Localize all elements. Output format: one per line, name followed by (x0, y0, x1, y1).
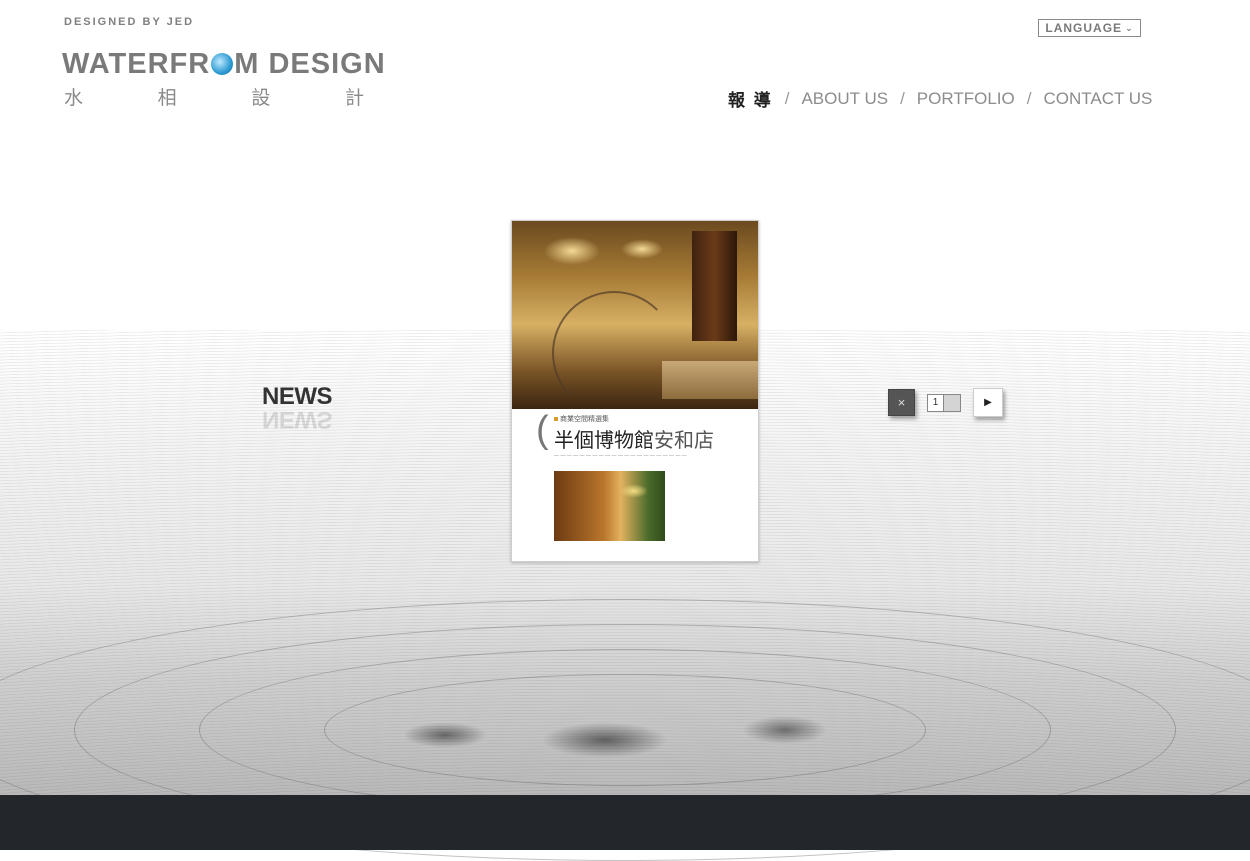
magazine-title: 半個博物館安和店 (554, 424, 714, 453)
nav-separator: / (1026, 88, 1032, 108)
page-number: 1 (932, 396, 939, 408)
language-dropdown[interactable]: LANGUAGE ⌄ (1038, 19, 1141, 37)
play-next-icon: ▶ (984, 397, 992, 408)
designed-by-text: DESIGNED BY JED (64, 16, 195, 28)
logo-zh-char: 水 (64, 88, 84, 109)
logo-chinese: 水 相 設 計 (64, 83, 364, 110)
nav-item-about-us[interactable]: ABOUT US (799, 89, 890, 109)
logo-zh-char: 相 (157, 88, 177, 109)
logo-zh-char: 計 (344, 88, 364, 109)
nav-item-contact-us[interactable]: CONTACT US (1041, 89, 1154, 109)
arch-lamp (552, 291, 676, 415)
nav-item-portfolio[interactable]: PORTFOLIO (915, 89, 1017, 109)
stone-counter (662, 361, 758, 399)
magazine-title-bold: 半個博物館 (554, 430, 654, 452)
magazine-title-light: 安和店 (654, 430, 714, 452)
close-button[interactable]: × (888, 389, 915, 416)
language-label: LANGUAGE (1045, 21, 1123, 35)
footer-bar (0, 795, 1250, 850)
chevron-down-icon: ⌄ (1125, 22, 1134, 33)
water-droplets (405, 695, 855, 775)
interior-thumbnail (554, 471, 665, 541)
nav-separator: / (784, 88, 790, 108)
close-icon: × (897, 395, 906, 410)
interior-photo (512, 221, 758, 415)
magazine-kicker: 商業空間精選集 (554, 414, 609, 424)
magazine-subtitle-line: — — — — — — — — — — — — — — — — — — — — … (554, 453, 687, 459)
next-page-button[interactable]: ▶ (973, 388, 1003, 417)
magazine-cover-image[interactable]: ( 商業空間精選集 半個博物館安和店 — — — — — — — — — — —… (511, 220, 759, 562)
main-nav: 報 導 / ABOUT US / PORTFOLIO / CONTACT US (726, 86, 1154, 111)
wood-sculpture (692, 231, 737, 341)
title-bracket: ( (536, 409, 549, 451)
page-indicator[interactable]: 1 (927, 393, 961, 412)
nav-separator: / (900, 88, 905, 108)
pager: × 1 ▶ (888, 388, 1003, 417)
logo-zh-char: 設 (251, 88, 271, 109)
logo-text-part1: WATERFR (62, 48, 211, 80)
logo[interactable]: WATERFR M DESIGN (62, 48, 386, 81)
page-indicator-fill (943, 394, 960, 411)
nav-item-press[interactable]: 報 導 (726, 86, 775, 111)
section-title-reflection: NEWS (262, 406, 332, 433)
logo-text-part2: M DESIGN (234, 48, 386, 80)
water-drop-logo-icon (211, 53, 234, 75)
